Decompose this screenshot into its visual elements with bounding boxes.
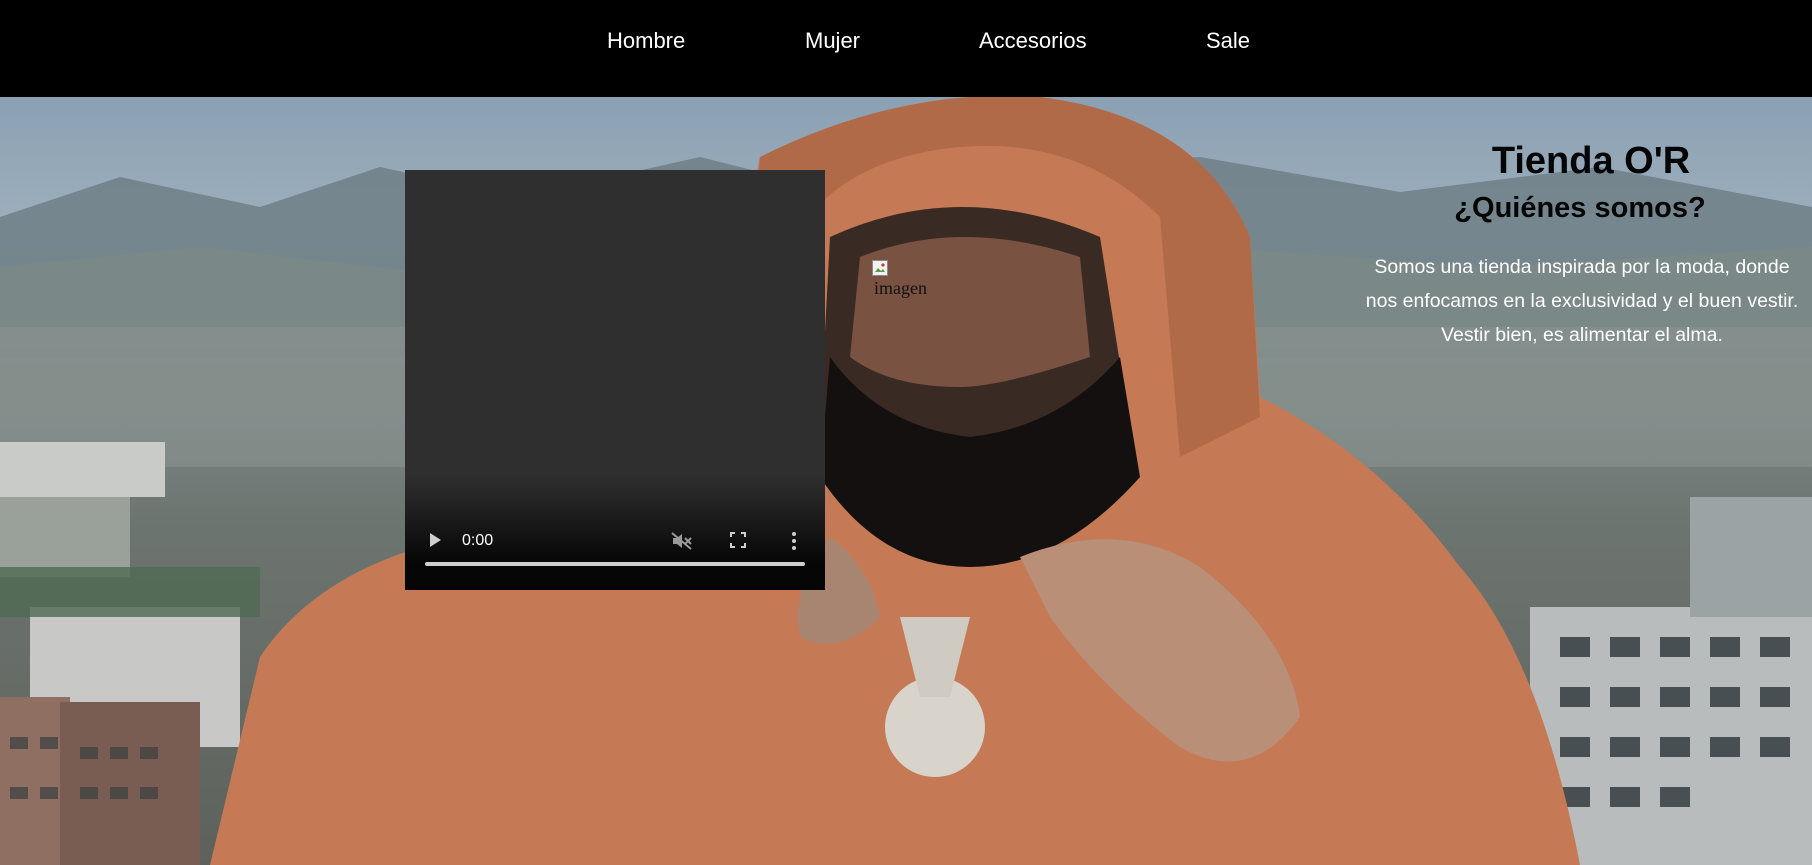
top-navigation: Hombre Mujer Accesorios Sale xyxy=(0,0,1812,97)
about-description: Somos una tienda inspirada por la moda, … xyxy=(1322,250,1812,352)
store-title: Tienda O'R xyxy=(1491,140,1691,182)
image-alt-text: imagen xyxy=(874,278,927,298)
about-heading: ¿Quiénes somos? xyxy=(1454,192,1706,224)
nav-link-sale[interactable]: Sale xyxy=(1206,28,1250,54)
nav-link-mujer[interactable]: Mujer xyxy=(805,28,860,54)
nav-link-accesorios[interactable]: Accesorios xyxy=(979,28,1087,54)
broken-image: imagen xyxy=(872,260,942,300)
video-time: 0:00 xyxy=(462,532,494,549)
video-progress-bar[interactable] xyxy=(425,562,805,566)
video-controls-bar: 0:00 xyxy=(405,510,825,590)
fullscreen-icon[interactable] xyxy=(730,532,746,548)
about-line-2: nos enfocamos en la exclusividad y el bu… xyxy=(1365,290,1799,312)
play-icon[interactable] xyxy=(427,532,443,548)
about-line-1: Somos una tienda inspirada por la moda, … xyxy=(1374,256,1790,278)
video-player[interactable]: 0:00 xyxy=(405,170,825,590)
nav-link-hombre[interactable]: Hombre xyxy=(607,28,685,54)
muted-speaker-icon[interactable] xyxy=(671,532,693,550)
about-line-3: Vestir bien, es alimentar el alma. xyxy=(1441,324,1723,346)
more-options-icon[interactable] xyxy=(791,531,797,551)
broken-image-icon xyxy=(872,260,888,276)
